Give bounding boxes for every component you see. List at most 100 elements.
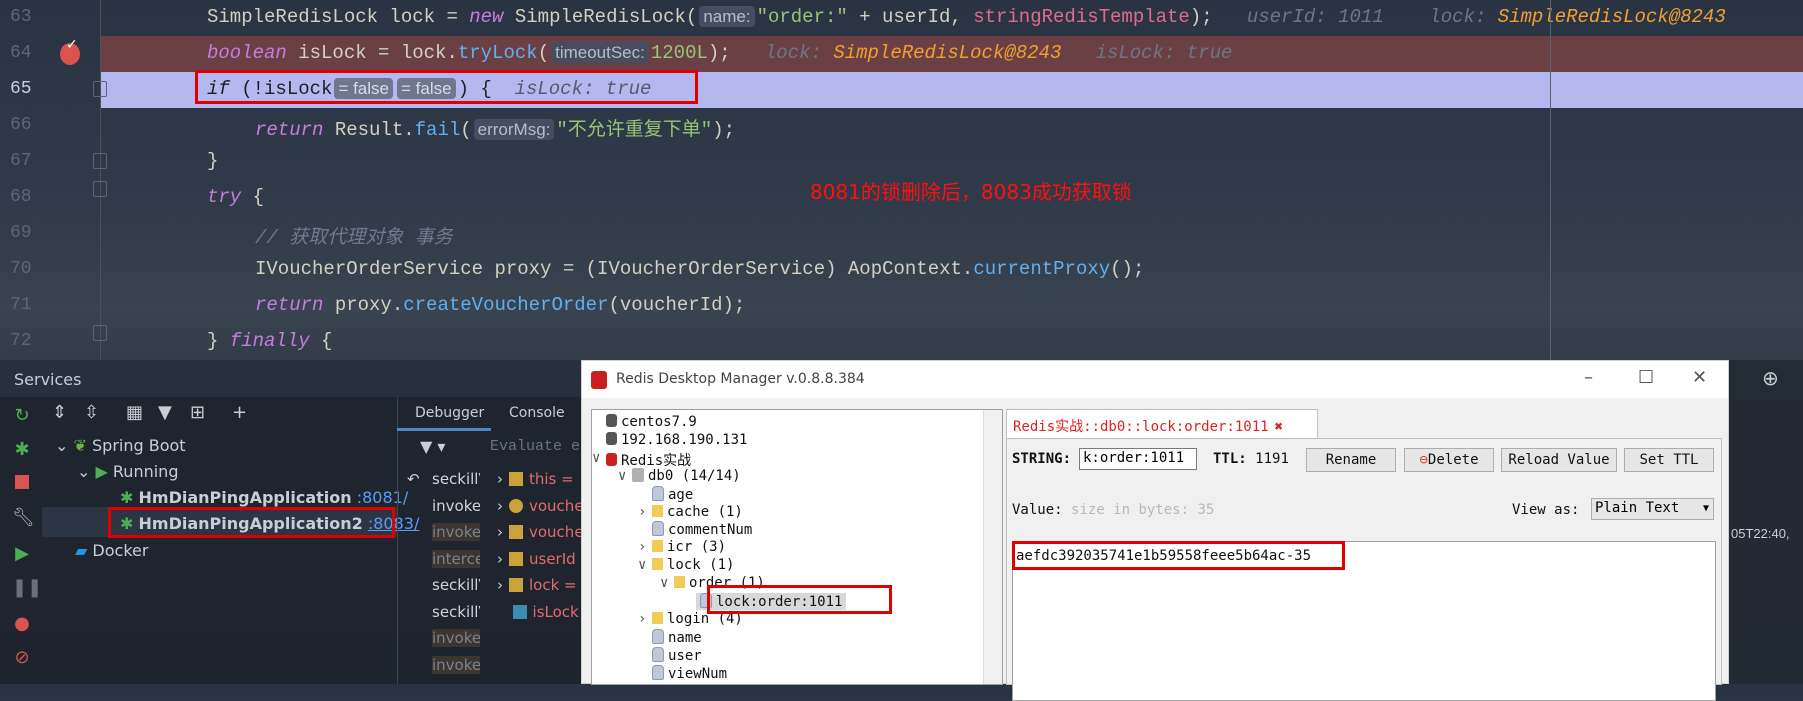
delete-icon: ⊖ — [1419, 452, 1428, 468]
code-line[interactable]: 69 // 获取代理对象 事务 — [0, 216, 1803, 252]
key-tree-item[interactable]: user — [652, 646, 702, 664]
add-service-icon[interactable]: + — [232, 402, 247, 423]
variable-item[interactable]: › this = — [497, 470, 581, 488]
chevron-right-icon[interactable]: › — [497, 576, 503, 594]
maximize-button[interactable]: ☐ — [1638, 367, 1654, 388]
key-tree-item[interactable]: ∨ lock (1) — [638, 557, 734, 573]
chevron-down-icon[interactable]: ∨ — [592, 450, 600, 466]
key-tree-label: commentNum — [668, 522, 753, 539]
tree-item-app-8081[interactable]: ✱ HmDianPingApplication :8081/ — [120, 488, 408, 507]
chevron-down-icon[interactable]: ∨ — [638, 557, 646, 573]
expand-all-icon[interactable]: ⇕ — [52, 402, 67, 423]
close-button[interactable]: ✕ — [1692, 367, 1707, 388]
key-tree[interactable]: centos7.9 192.168.190.131 ∨ Redis实战 ∨ db0 (14… — [591, 409, 1003, 685]
view-as-select[interactable]: Plain Text ▼ — [1591, 498, 1714, 520]
key-tree-item[interactable]: ∨ db0 (14/14) — [618, 467, 741, 484]
rerun-icon[interactable]: ↻ — [12, 406, 32, 426]
key-name-field[interactable]: k:order:1011 — [1079, 448, 1197, 470]
key-icon — [652, 521, 664, 537]
line-number: 69 — [10, 223, 32, 243]
collapse-all-icon[interactable]: ⇳ — [84, 402, 99, 423]
close-tab-icon[interactable]: ✖ — [1275, 419, 1283, 435]
return-frame-icon: ↶ — [407, 470, 420, 488]
stack-frame[interactable]: invoke: — [432, 655, 480, 674]
fold-icon[interactable] — [93, 325, 107, 341]
filter-icon[interactable]: ▼ ▾ — [420, 437, 445, 456]
field-icon — [509, 472, 523, 486]
chevron-right-icon[interactable]: › — [497, 550, 503, 568]
stack-frame[interactable]: invoke: — [432, 497, 480, 515]
chevron-right-icon[interactable]: › — [497, 497, 503, 515]
key-tree-item[interactable]: centos7.9 — [606, 414, 697, 430]
code-token: // 获取代理对象 事务 — [255, 227, 453, 249]
fold-icon[interactable] — [93, 153, 107, 169]
chevron-down-icon[interactable]: ∨ — [660, 575, 668, 591]
chevron-right-icon[interactable]: › — [638, 611, 646, 627]
stop-icon[interactable] — [15, 475, 29, 489]
key-tree-item[interactable]: › cache (1) — [638, 504, 743, 520]
code-line[interactable]: 67} — [0, 144, 1803, 180]
set-ttl-button[interactable]: Set TTL — [1624, 448, 1714, 472]
chevron-right-icon[interactable]: › — [497, 470, 503, 488]
stack-frame[interactable]: seckillVoucher — [432, 603, 480, 621]
mute-breakpoints-icon[interactable]: ⊘ — [12, 648, 32, 668]
resume-icon[interactable]: ▶ — [12, 544, 32, 564]
key-tab[interactable]: Redis实战::db0::lock:order:1011 ✖ — [1006, 409, 1318, 439]
chevron-right-icon[interactable]: › — [638, 504, 646, 520]
chevron-right-icon[interactable]: › — [497, 523, 503, 541]
filter-icon[interactable]: ▼ — [158, 402, 172, 423]
code-line[interactable]: 64 boolean isLock = lock.tryLock(timeoutS… — [10, 36, 1803, 72]
code-line[interactable]: 66 return Result.fail(errorMsg: "不允许重复下单")… — [0, 108, 1803, 144]
tree-item-running[interactable]: ⌄ ▶ Running — [77, 462, 178, 481]
stack-frame[interactable]: seckillVoucher — [432, 576, 480, 594]
code-line[interactable]: 63 SimpleRedisLock lock = new SimpleRedis… — [0, 0, 1803, 36]
delete-button[interactable]: ⊖Delete — [1404, 448, 1494, 472]
variable-item[interactable]: isLock — [497, 603, 581, 621]
reload-value-button[interactable]: Reload Value — [1501, 448, 1617, 472]
variable-item[interactable]: › voucher — [497, 523, 581, 541]
minimize-button[interactable]: – — [1584, 367, 1593, 388]
code-line[interactable]: 71 return proxy.createVoucherOrder(vouche… — [0, 288, 1803, 324]
line-number: 72 — [10, 331, 32, 351]
stack-frame[interactable]: invoke: — [432, 523, 480, 541]
key-tree-item[interactable]: commentNum — [652, 521, 752, 538]
scrollbar[interactable] — [983, 410, 1002, 684]
key-tree-label: age — [668, 486, 694, 503]
key-tree-item[interactable]: age — [652, 485, 694, 503]
tree-item-spring-boot[interactable]: ⌄ ❦ Spring Boot — [55, 436, 186, 455]
variable-item[interactable]: › voucherId — [497, 497, 581, 515]
fold-icon[interactable] — [93, 181, 107, 197]
fold-icon[interactable] — [93, 81, 107, 97]
debug-icon[interactable]: ✱ — [12, 440, 32, 460]
variable-item[interactable]: › userId — [497, 550, 581, 568]
wrench-icon[interactable]: 🔧︎ — [12, 508, 35, 528]
stack-frame[interactable]: invokeO — [432, 629, 480, 647]
view-breakpoints-icon[interactable]: ● — [12, 614, 32, 634]
code-line[interactable]: 72} finally { — [0, 324, 1803, 360]
stack-frame[interactable]: seckillVoucher — [432, 470, 480, 488]
code-line[interactable]: 70 IVoucherOrderService proxy = (IVoucher… — [0, 252, 1803, 288]
evaluate-input[interactable]: Evaluate expression — [490, 438, 580, 455]
new-tab-icon[interactable]: ⊞ — [190, 402, 205, 423]
chevron-down-icon[interactable]: ∨ — [618, 468, 626, 484]
chevron-right-icon[interactable]: › — [638, 539, 646, 555]
port-link[interactable]: :8081/ — [357, 488, 409, 507]
chevron-right-icon[interactable] — [497, 603, 507, 621]
stack-frame[interactable]: intercept — [432, 549, 480, 568]
pause-icon[interactable]: ❚❚ — [12, 578, 42, 598]
boolean-icon — [512, 604, 527, 619]
tab-debugger[interactable]: Debugger — [415, 405, 484, 421]
key-tree-item[interactable]: 192.168.190.131 — [606, 431, 747, 448]
key-icon — [652, 664, 664, 680]
group-icon[interactable]: ▦ — [126, 402, 143, 423]
key-tree-item[interactable]: viewNum — [652, 664, 727, 682]
key-tree-item[interactable]: name — [652, 628, 702, 646]
rename-button[interactable]: Rename — [1306, 448, 1396, 472]
breakpoint-icon[interactable] — [60, 37, 80, 65]
key-tree-item[interactable]: › icr (3) — [638, 539, 726, 555]
tree-item-docker[interactable]: ▰ Docker — [75, 541, 148, 560]
code-token: + userId, — [847, 6, 974, 28]
tab-console[interactable]: Console — [509, 405, 565, 421]
settings-icon[interactable]: ⊕ — [1762, 366, 1779, 390]
variable-item[interactable]: › lock = — [497, 576, 581, 594]
